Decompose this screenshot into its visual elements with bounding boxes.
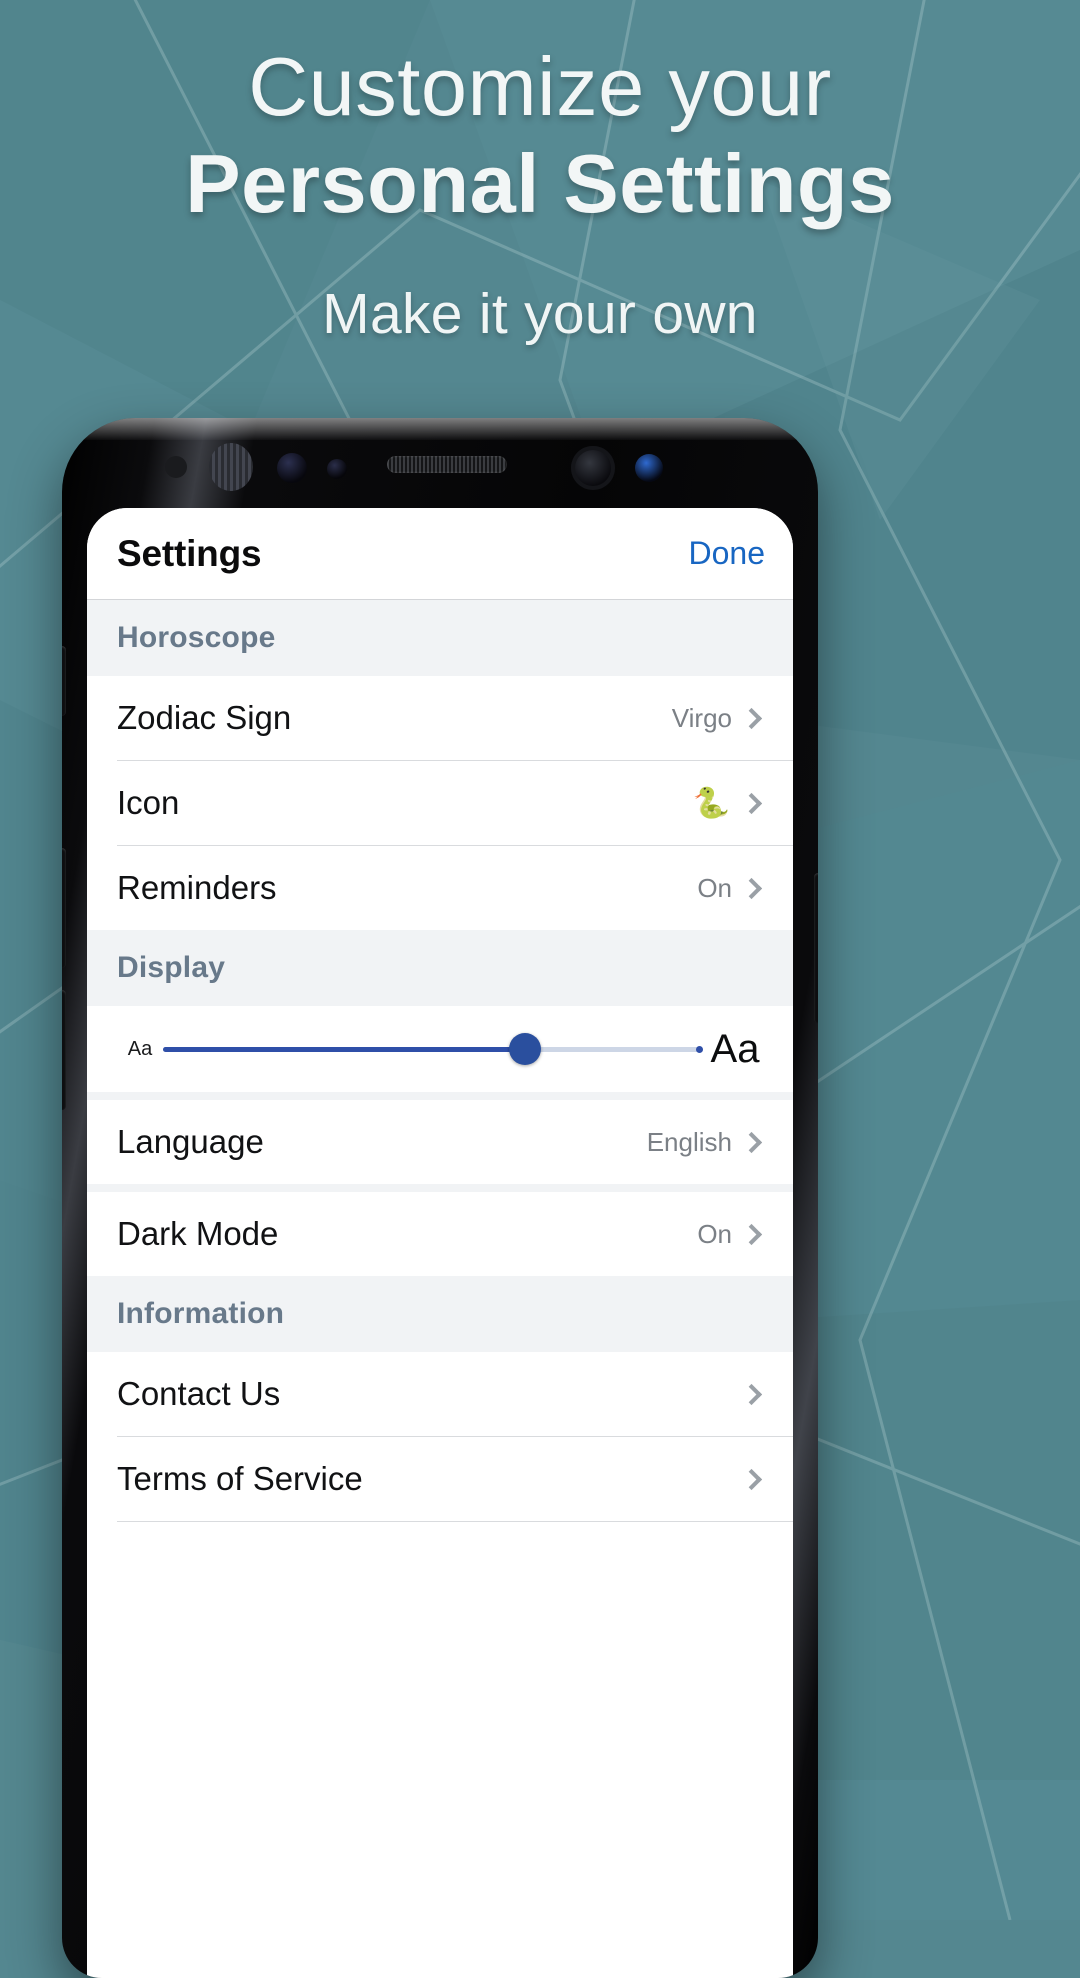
chevron-right-icon: [740, 707, 763, 729]
page-title: Settings: [117, 532, 262, 574]
chevron-right-icon: [740, 1383, 763, 1405]
hero-subtitle: Make it your own: [322, 282, 758, 347]
section-header-display: Display: [87, 930, 793, 1006]
light-sensor-icon: [327, 459, 347, 479]
settings-row-language[interactable]: Language English: [87, 1100, 793, 1184]
phone-button-volume-down[interactable]: [62, 990, 66, 1110]
row-value: On: [697, 1218, 732, 1249]
row-label: Language: [117, 1123, 264, 1160]
section-header-horoscope: Horoscope: [87, 600, 793, 676]
settings-row-reminders[interactable]: Reminders On: [87, 846, 793, 930]
row-label: Contact Us: [117, 1375, 281, 1412]
snake-emoji-icon: 🐍: [692, 786, 730, 820]
row-label: Dark Mode: [117, 1215, 279, 1252]
row-value: Virgo: [671, 702, 732, 733]
font-size-slider-row[interactable]: Aa Aa: [87, 1006, 793, 1092]
phone-top-bezel: [87, 418, 793, 510]
font-size-min-label: Aa: [127, 1037, 153, 1060]
row-label: Reminders: [117, 869, 277, 906]
section-gap: [87, 1092, 793, 1100]
hero-headline-line1: Customize your: [248, 40, 832, 133]
chevron-right-icon: [740, 1468, 763, 1490]
settings-row-icon[interactable]: Icon 🐍: [87, 761, 793, 845]
row-label: Terms of Service: [117, 1460, 363, 1497]
phone-button-assistant[interactable]: [62, 646, 66, 716]
row-separator: [117, 1521, 793, 1522]
slider-end-tick: [696, 1045, 703, 1053]
proximity-sensor-icon: [165, 456, 187, 478]
earpiece-speaker-icon: [387, 456, 507, 473]
slider-track-fill: [163, 1046, 525, 1052]
settings-row-contact-us[interactable]: Contact Us: [87, 1352, 793, 1436]
chevron-right-icon: [740, 1223, 763, 1245]
font-size-slider[interactable]: [163, 1033, 703, 1065]
settings-row-zodiac-sign[interactable]: Zodiac Sign Virgo: [87, 676, 793, 760]
navigation-bar: Settings Done: [87, 508, 793, 600]
slider-knob[interactable]: [508, 1033, 541, 1065]
phone-body: Settings Done Horoscope Zodiac Sign Virg…: [62, 418, 818, 1978]
front-sensor-icon: [277, 453, 307, 483]
section-header-information: Information: [87, 1276, 793, 1352]
done-button[interactable]: Done: [689, 535, 766, 572]
led-indicator-icon: [635, 454, 663, 482]
row-value: English: [646, 1126, 732, 1157]
phone-mockup: Settings Done Horoscope Zodiac Sign Virg…: [62, 418, 818, 1978]
phone-button-power[interactable]: [814, 873, 818, 1023]
font-size-max-label: Aa: [710, 1026, 760, 1071]
phone-screen: Settings Done Horoscope Zodiac Sign Virg…: [87, 508, 793, 1978]
chevron-right-icon: [740, 877, 763, 899]
settings-row-dark-mode[interactable]: Dark Mode On: [87, 1192, 793, 1276]
chevron-right-icon: [740, 1131, 763, 1153]
settings-row-terms-of-service[interactable]: Terms of Service: [87, 1437, 793, 1521]
hero-copy: Customize your Personal Settings Make it…: [0, 0, 1080, 347]
row-label: Zodiac Sign: [117, 699, 292, 736]
hero-headline-line2: Personal Settings: [185, 136, 895, 230]
chevron-right-icon: [740, 792, 763, 814]
phone-button-volume-up[interactable]: [62, 848, 66, 968]
row-label: Icon: [117, 784, 180, 821]
section-gap: [87, 1184, 793, 1192]
front-camera-icon: [571, 446, 615, 490]
iris-scanner-icon: [209, 443, 253, 491]
row-value: On: [697, 872, 732, 903]
